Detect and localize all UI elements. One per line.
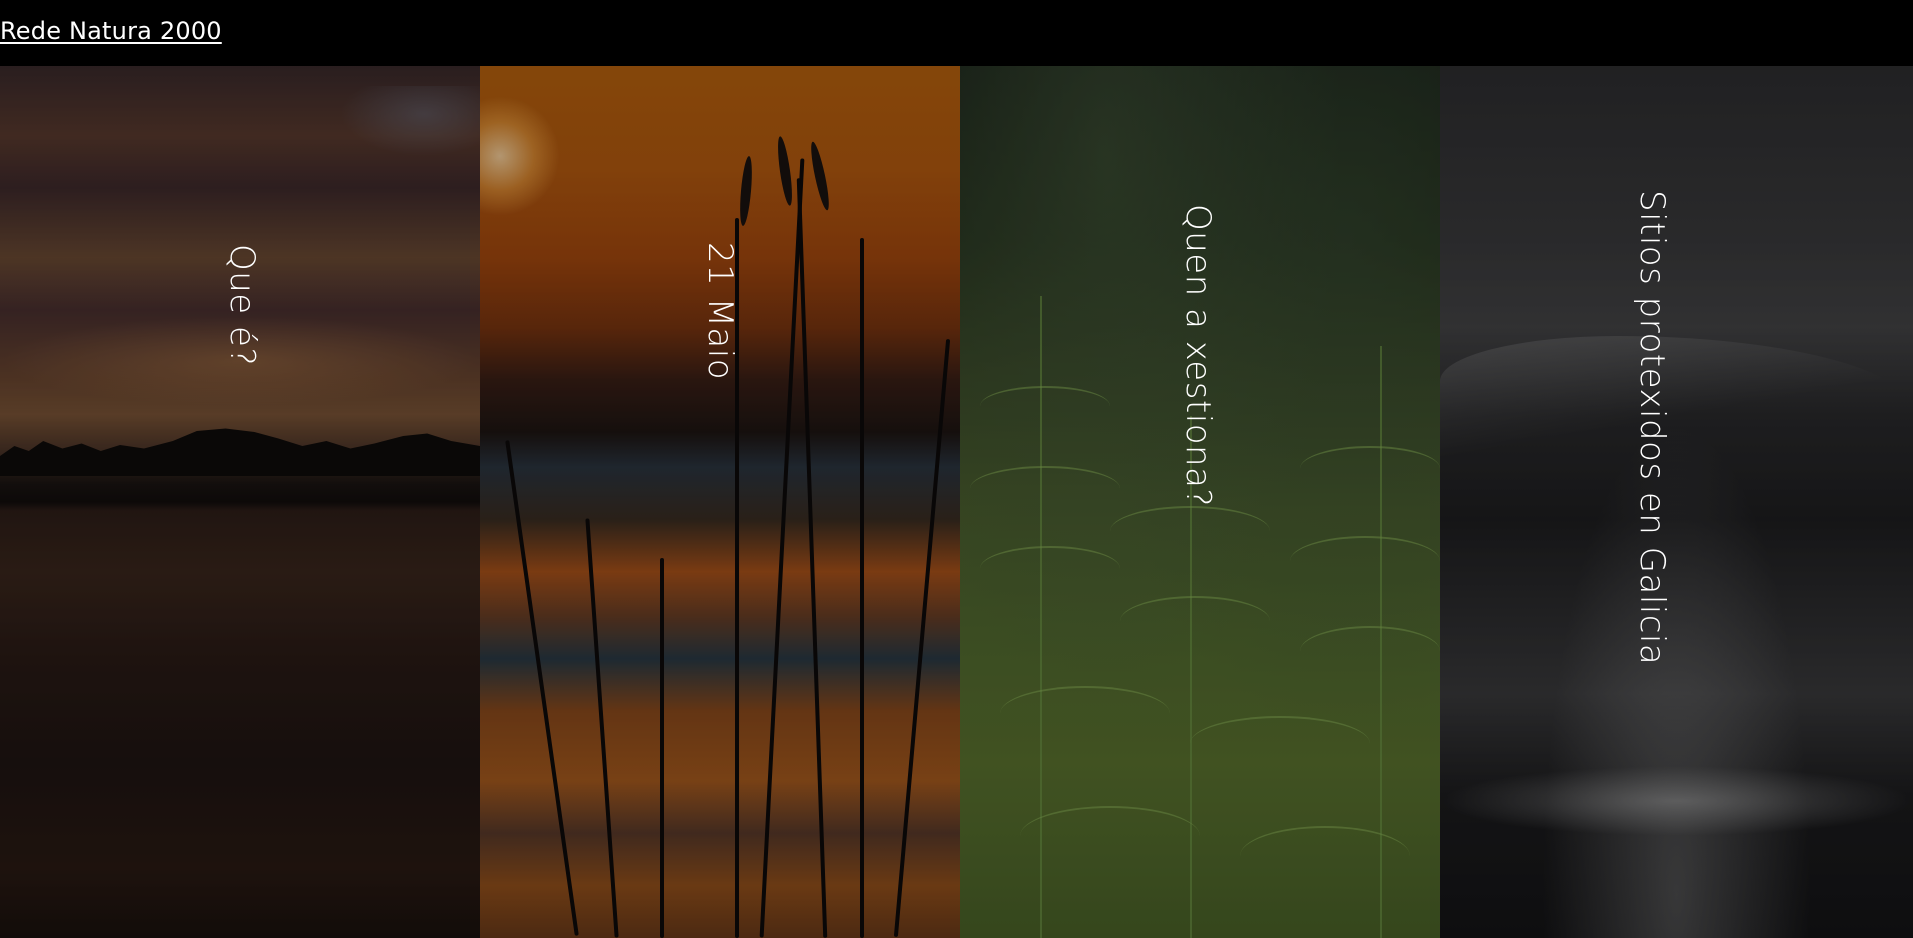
site-title-link[interactable]: Rede Natura 2000: [0, 17, 222, 45]
panel-21-maio[interactable]: 21 Maio: [480, 66, 960, 938]
panel-label-21-maio: 21 Maio: [700, 242, 741, 380]
panel-label-sitios-protexidos: Sitios protexidos en Galicia: [1632, 190, 1673, 666]
panel-label-quen-a-xestiona: Quen a xestiona?: [1178, 204, 1219, 507]
panel-quen-a-xestiona[interactable]: Quen a xestiona?: [960, 66, 1440, 938]
top-bar: Rede Natura 2000: [0, 0, 1913, 66]
panel-label-que-e: Que é?: [222, 244, 263, 366]
panel-que-e[interactable]: Que é?: [0, 66, 480, 938]
panel-sitios-protexidos[interactable]: Sitios protexidos en Galicia: [1440, 66, 1913, 938]
panels-container: Que é? 21 Maio Quen a xestiona? Sitios p…: [0, 66, 1913, 938]
